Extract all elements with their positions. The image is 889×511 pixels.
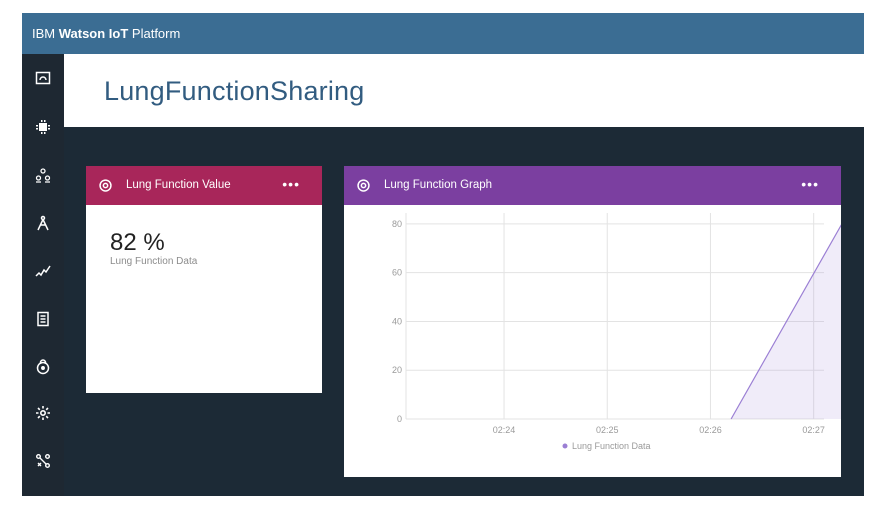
y-tick-label: 20 bbox=[392, 365, 402, 375]
gear-icon bbox=[357, 179, 370, 192]
gear-icon bbox=[99, 179, 112, 192]
y-tick-label: 80 bbox=[392, 219, 402, 229]
x-tick-label: 02:24 bbox=[493, 425, 516, 435]
x-tick-label: 02:27 bbox=[802, 425, 825, 435]
page-header: LungFunctionSharing bbox=[64, 54, 864, 127]
app-window: IBM Watson IoT Platform LungFunctionShar… bbox=[22, 13, 864, 496]
lung-function-chart: 02040608002:2402:2502:2602:2702:28Lung F… bbox=[392, 213, 841, 451]
value-card-menu-button[interactable]: ••• bbox=[282, 176, 300, 192]
y-tick-label: 0 bbox=[397, 414, 402, 424]
y-tick-label: 40 bbox=[392, 316, 402, 326]
legend-label: Lung Function Data bbox=[572, 441, 651, 451]
lung-function-value-card: Lung Function Value ••• 82 % Lung Functi… bbox=[86, 166, 322, 393]
brand-suffix: Platform bbox=[128, 26, 181, 41]
devices-icon[interactable] bbox=[31, 115, 55, 139]
graph-card-menu-button[interactable]: ••• bbox=[801, 176, 819, 192]
x-tick-label: 02:25 bbox=[596, 425, 619, 435]
legend-marker bbox=[562, 443, 568, 449]
graph-card-header: Lung Function Graph ••• bbox=[344, 166, 841, 205]
lung-function-graph-card: Lung Function Graph ••• 0 20 40 60 80 02:24 02… bbox=[344, 166, 841, 477]
value-card-title: Lung Function Value bbox=[126, 179, 231, 191]
dashboard-icon[interactable] bbox=[31, 66, 55, 90]
brand-name: Watson IoT bbox=[58, 26, 129, 41]
x-tick-label: 02:26 bbox=[699, 425, 722, 435]
value-card-header: Lung Function Value ••• bbox=[86, 166, 322, 205]
brand-prefix: IBM bbox=[32, 26, 59, 41]
graph-card-title: Lung Function Graph bbox=[384, 179, 493, 191]
security-icon[interactable] bbox=[31, 355, 55, 379]
members-icon[interactable] bbox=[31, 163, 55, 187]
top-bar: IBM Watson IoT Platform bbox=[22, 13, 864, 54]
lung-function-value-label: Lung Function Data bbox=[110, 256, 198, 267]
y-tick-label: 60 bbox=[392, 268, 402, 278]
usage-icon[interactable] bbox=[31, 259, 55, 283]
apps-icon[interactable] bbox=[31, 211, 55, 235]
settings-icon[interactable] bbox=[31, 401, 55, 425]
page-title: LungFunctionSharing bbox=[104, 76, 365, 106]
extensions-icon[interactable] bbox=[31, 449, 55, 473]
sidebar bbox=[22, 54, 64, 496]
rules-icon[interactable] bbox=[31, 307, 55, 331]
lung-function-value: 82 % bbox=[110, 229, 165, 256]
